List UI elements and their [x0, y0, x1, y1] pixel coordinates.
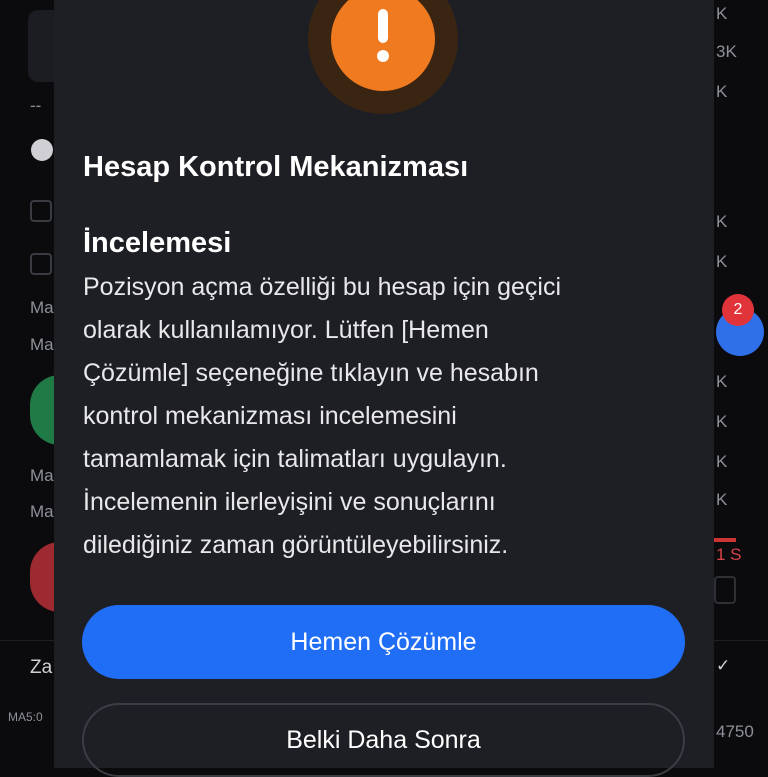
dialog-message-line: Pozisyon açma özelliği bu hesap için geç… [83, 273, 562, 301]
background-radio [31, 139, 53, 161]
check-icon: ✓ [716, 656, 731, 675]
background-label: Ma [30, 298, 54, 317]
background-value: 3K [716, 42, 737, 61]
dialog-message-line: tamamlamak için talimatları uygulayın. [83, 445, 507, 473]
background-checkbox [30, 200, 52, 222]
background-divider [714, 640, 768, 641]
background-left-strip: -- Ma Ma Ma Ma Za MA5:0 [0, 0, 90, 768]
dialog-message-line: kontrol mekanizması incelemesini [83, 402, 457, 430]
dialog-title-line: Hesap Kontrol Mekanizması [83, 151, 469, 183]
background-value: K [716, 372, 728, 391]
chat-button: 2 [714, 290, 768, 370]
dialog-title: Hesap Kontrol Mekanizması İncelemesi [83, 148, 603, 262]
background-value: K [716, 490, 728, 509]
resolve-now-button[interactable]: Hemen Çözümle [82, 605, 685, 679]
background-price: 4750 [716, 722, 754, 741]
background-label: Za [30, 657, 53, 678]
exclamation-dot [377, 50, 389, 62]
background-label: Ma [30, 335, 54, 354]
chat-badge: 2 [722, 294, 754, 326]
background-value: K [716, 252, 728, 271]
background-value: 1 S [716, 545, 742, 564]
dialog-message-line: dilediğiniz zaman görüntüleyebilirsiniz. [83, 531, 509, 559]
dialog-message-line: olarak kullanılamıyor. Lütfen [Hemen [83, 316, 489, 344]
exclamation-bar [378, 9, 388, 43]
background-divider [0, 640, 54, 641]
list-icon [714, 576, 736, 604]
background-indicator-label: MA5:0 [8, 710, 43, 724]
alert-icon-halo [308, 0, 458, 114]
dialog-message-line: Çözümle] seçeneğine tıklayın ve hesabın [83, 359, 539, 387]
background-red-marker [714, 538, 736, 542]
background-label: Ma [30, 502, 54, 521]
background-value: K [716, 4, 728, 23]
warning-exclamation-icon [331, 0, 435, 91]
background-value: K [716, 412, 728, 431]
dialog-title-line: İncelemesi [83, 227, 232, 259]
account-control-dialog: Hesap Kontrol Mekanizması İncelemesi Poz… [54, 0, 714, 777]
dialog-message: Pozisyon açma özelliği bu hesap için geç… [83, 266, 693, 567]
background-checkbox [30, 253, 52, 275]
background-dash: -- [30, 96, 42, 115]
background-label: Ma [30, 466, 54, 485]
background-right-strip: K 3K K K K 2 K K K K 1 S ✓ 4750 [714, 0, 768, 768]
background-value: K [716, 82, 728, 101]
maybe-later-button[interactable]: Belki Daha Sonra [82, 703, 685, 777]
background-value: K [716, 452, 728, 471]
dialog-message-line: İncelemenin ilerleyişini ve sonuçlarını [83, 488, 496, 516]
background-value: K [716, 212, 728, 231]
